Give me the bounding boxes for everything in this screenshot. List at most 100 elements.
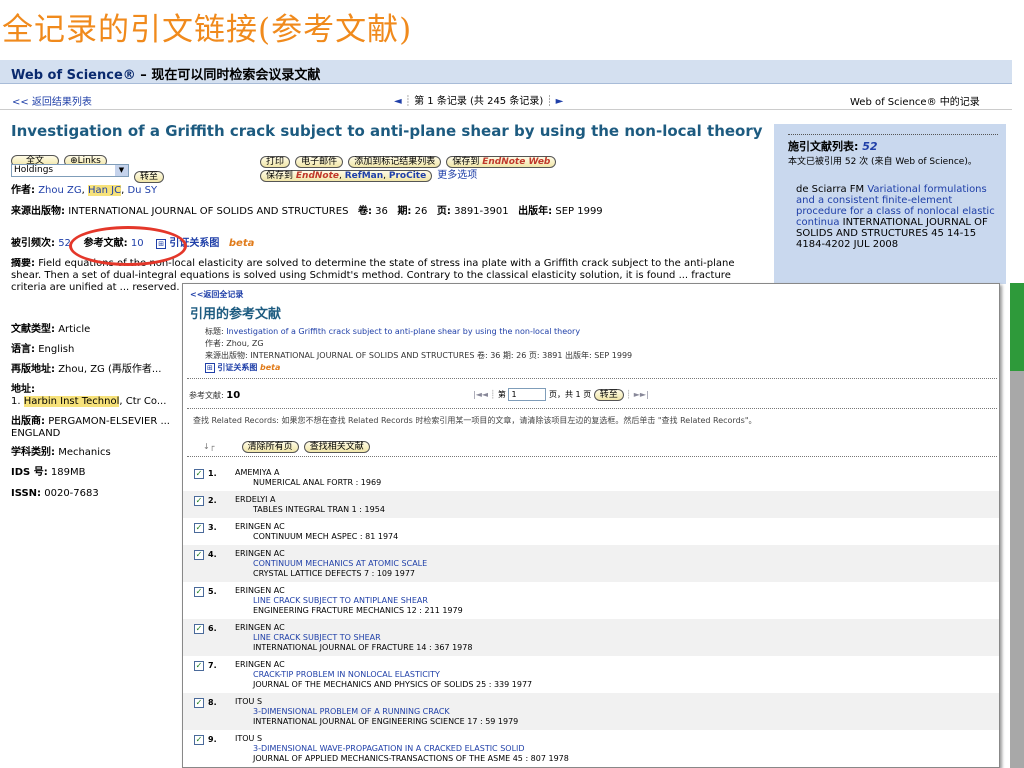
- reference-row: ✓ 3. ERINGEN AC CONTINUUM MECH ASPEC : 81 1…: [183, 518, 999, 545]
- reference-number: 6.: [208, 624, 217, 633]
- reference-source: JOURNAL OF APPLIED MECHANICS-TRANSACTION…: [253, 754, 569, 763]
- slide-accent-gray: [1010, 371, 1024, 768]
- reference-checkbox[interactable]: ✓: [194, 550, 204, 560]
- language-label: 语言:: [11, 344, 35, 355]
- chevron-down-icon[interactable]: ▼: [115, 165, 128, 176]
- doctype-value: Article: [58, 324, 91, 335]
- pages-label: 页:: [436, 206, 451, 217]
- author-link-3[interactable]: Du SY: [127, 185, 157, 196]
- popup-citation-map-icon: ⊞: [205, 363, 215, 373]
- citing-count-link[interactable]: 52: [862, 140, 877, 153]
- reference-row: ✓ 2. ERDELYI A TABLES INTEGRAL TRAN 1 : 195…: [183, 491, 999, 518]
- abstract-label: 摘要:: [11, 258, 35, 269]
- divider: [187, 378, 997, 379]
- citing-articles-label: 施引文献列表:: [788, 140, 859, 153]
- reference-source: INTERNATIONAL JOURNAL OF FRACTURE 14 : 3…: [253, 643, 473, 652]
- reference-author: ERINGEN AC: [235, 660, 285, 669]
- issue-value: 26: [414, 206, 428, 217]
- find-related-button[interactable]: 查找相关文献: [303, 441, 370, 453]
- reference-checkbox[interactable]: ✓: [194, 469, 204, 479]
- next-record-icon[interactable]: ►: [556, 96, 564, 107]
- reference-author: ITOU S: [235, 734, 263, 743]
- panel-divider: [788, 134, 998, 135]
- divider: [187, 456, 997, 457]
- page-number-input[interactable]: 1: [508, 388, 547, 401]
- citing-article-item: de Sciarra FM Variational formulations a…: [796, 184, 996, 250]
- last-page-icon[interactable]: ►►|: [634, 390, 649, 399]
- reference-number: 7.: [208, 661, 217, 670]
- reference-pager: |◄◄ ┊ 第 1 页，共 1 页 转至 ┊ ►►|: [473, 388, 649, 401]
- prev-record-icon[interactable]: ◄: [394, 96, 402, 107]
- reference-checkbox[interactable]: ✓: [194, 624, 204, 634]
- reference-title-link[interactable]: LINE CRACK SUBJECT TO ANTIPLANE SHEAR: [253, 596, 999, 606]
- times-cited-label: 被引频次:: [11, 238, 55, 249]
- page-total: 页，共 1 页: [549, 390, 592, 399]
- reprint-value: Zhou, ZG (再版作者...: [58, 364, 162, 375]
- meta-source-value: INTERNATIONAL JOURNAL OF SOLIDS AND STRU…: [250, 351, 633, 360]
- address-field: 地址: 1. Harbin Inst Technol, Ctr Co...: [11, 384, 166, 408]
- save-to-label-2: 保存到: [266, 171, 294, 181]
- reference-count: 参考文献: 10: [189, 390, 240, 401]
- back-to-results-link[interactable]: << 返回结果列表: [12, 93, 92, 108]
- reference-checkbox[interactable]: ✓: [194, 587, 204, 597]
- popup-citation-map-link[interactable]: 引证关系图: [217, 363, 257, 372]
- reference-checkbox[interactable]: ✓: [194, 496, 204, 506]
- record-title: Investigation of a Griffith crack subjec…: [11, 122, 763, 140]
- cited-references-window: <<返回全记录 引用的参考文献 标题: Investigation of a G…: [182, 283, 1000, 768]
- reference-author: ERINGEN AC: [235, 623, 285, 632]
- doctype-field: 文献类型: Article: [11, 324, 90, 336]
- meta-author-label: 作者:: [205, 339, 224, 348]
- reference-title-link[interactable]: LINE CRACK SUBJECT TO SHEAR: [253, 633, 999, 643]
- reference-checkbox[interactable]: ✓: [194, 523, 204, 533]
- reference-row: ✓ 9. ITOU S 3-DIMENSIONAL WAVE-PROPAGATION …: [183, 730, 999, 767]
- meta-author-value: Zhou, ZG: [226, 339, 264, 348]
- endnote-web-label: EndNote Web: [482, 157, 551, 167]
- reference-source: CRYSTAL LATTICE DEFECTS 7 : 109 1977: [253, 569, 416, 578]
- slide-title: 全记录的引文链接(参考文献): [2, 12, 413, 48]
- reprint-field: 再版地址: Zhou, ZG (再版作者...: [11, 364, 161, 376]
- reference-title-link[interactable]: 3-DIMENSIONAL PROBLEM OF A RUNNING CRACK: [253, 707, 999, 717]
- annotation-ellipse: [69, 226, 187, 266]
- more-options-link[interactable]: 更多选项: [437, 170, 477, 181]
- reference-title-link[interactable]: CONTINUUM MECHANICS AT ATOMIC SCALE: [253, 559, 999, 569]
- reference-number: 5.: [208, 587, 217, 596]
- reference-number: 3.: [208, 523, 217, 532]
- reference-title-link[interactable]: 3-DIMENSIONAL WAVE-PROPAGATION IN A CRAC…: [253, 744, 999, 754]
- procite-label: ProCite: [388, 171, 427, 181]
- author-link-1[interactable]: Zhou ZG: [38, 185, 81, 196]
- reference-number: 8.: [208, 698, 217, 707]
- back-to-full-record-link[interactable]: <<返回全记录: [190, 289, 243, 300]
- meta-title-link[interactable]: Investigation of a Griffith crack subjec…: [226, 327, 580, 336]
- reference-source: JOURNAL OF THE MECHANICS AND PHYSICS OF …: [253, 680, 533, 689]
- endnote-label: EndNote: [295, 171, 340, 181]
- address-rest: , Ctr Co...: [119, 396, 167, 407]
- first-page-icon[interactable]: |◄◄: [473, 390, 488, 399]
- volume-label: 卷:: [357, 206, 372, 217]
- issn-value: 0020-7683: [44, 488, 99, 499]
- reference-checkbox[interactable]: ✓: [194, 661, 204, 671]
- reference-number: 9.: [208, 735, 217, 744]
- clear-all-pages-button[interactable]: 清除所有页: [241, 441, 299, 453]
- reference-actions: ↓┌ 清除所有页 查找相关文献: [203, 434, 370, 453]
- reference-checkbox[interactable]: ✓: [194, 735, 204, 745]
- reference-author: ERINGEN AC: [235, 522, 285, 531]
- reference-author: ERINGEN AC: [235, 586, 285, 595]
- reference-checkbox[interactable]: ✓: [194, 698, 204, 708]
- reference-title-link[interactable]: CRACK-TIP PROBLEM IN NONLOCAL ELASTICITY: [253, 670, 999, 680]
- page-go-button[interactable]: 转至: [593, 389, 624, 401]
- reference-row: ✓ 5. ERINGEN AC LINE CRACK SUBJECT TO ANTIP…: [183, 582, 999, 619]
- popup-beta-badge: beta: [259, 363, 281, 372]
- holdings-select[interactable]: Holdings ▼: [11, 164, 129, 177]
- reference-row: ✓ 1. AMEMIYA A NUMERICAL ANAL FORTR : 1969: [183, 464, 999, 491]
- beta-badge: beta: [228, 238, 255, 249]
- publisher-label: 出版商:: [11, 416, 45, 427]
- ids-label: IDS 号:: [11, 467, 48, 478]
- author-link-2[interactable]: Han JC: [87, 185, 122, 196]
- holdings-go-button[interactable]: 转至: [134, 171, 165, 183]
- reference-author: ITOU S: [235, 697, 263, 706]
- issn-label: ISSN:: [11, 488, 42, 499]
- doctype-label: 文献类型:: [11, 324, 55, 335]
- publisher-field: 出版商: PERGAMON-ELSEVIER ... ENGLAND: [11, 416, 181, 440]
- source-field: 来源出版物: INTERNATIONAL JOURNAL OF SOLIDS A…: [11, 206, 761, 218]
- save-endnote-refman-procite-button[interactable]: 保存到 EndNote, RefMan, ProCite: [260, 170, 433, 182]
